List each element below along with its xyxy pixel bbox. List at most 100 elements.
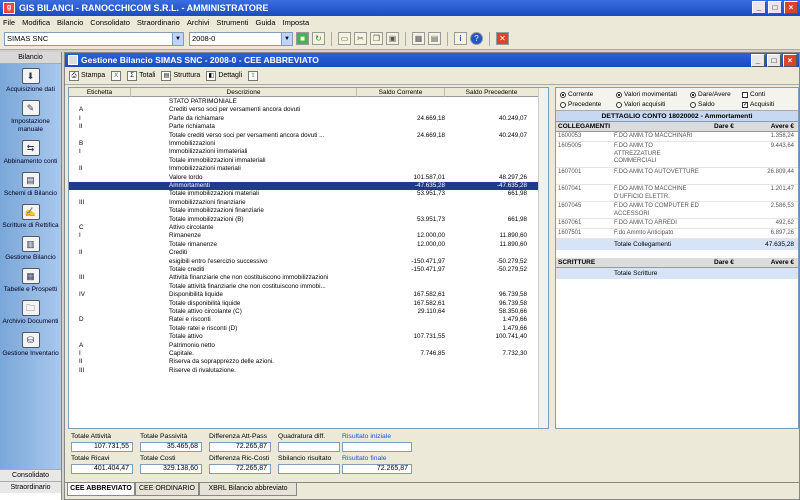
table-row[interactable]: Totale ratei e risconti (D) 1.479,66 [69,325,539,333]
inner-close-button[interactable]: × [783,54,797,67]
opt-saldo[interactable]: Saldo [690,101,715,108]
table-row[interactable]: Totale immobilizzazioni (B) 53.951,73 661,… [69,216,539,224]
table-row[interactable]: Totale disponibilità liquide 167.582,61 96… [69,300,539,308]
detail-row[interactable]: 1600053 F.DO AMM.TO MACCHINARI 1.358,24 [556,132,798,142]
table-row[interactable]: Totale immobilizzazioni finanziarie [69,207,539,215]
info-icon[interactable]: i [454,32,467,45]
table-row[interactable]: Totale attivo 107.731,55 100.741,40 [69,333,539,341]
nav-item-impostazione[interactable]: ✎ Impostazione manuale [0,100,61,134]
opt-valori-acquisiti[interactable]: Valori acquisiti [616,101,665,108]
nav-header[interactable]: Bilancio [0,52,61,64]
nav-item-acquisizione[interactable]: ⬇ Acquisizione dati [0,68,61,94]
table-row[interactable]: II Riserva da soprapprezzo delle azioni. [69,358,539,366]
nav-straordinario[interactable]: Straordinario [0,481,61,493]
nav-item-abbinamento[interactable]: ⇆ Abbinamento conti [0,140,61,166]
table-row[interactable]: I Capitale. 7.746,85 7.732,30 [69,350,539,358]
paste-icon[interactable]: ▣ [386,32,399,45]
company-select[interactable]: SIMAS SNC ▼ [4,31,184,46]
structure-button[interactable]: ▤ Struttura [161,70,200,81]
menu-straordinario[interactable]: Straordinario [137,18,180,27]
opt-precedente[interactable]: Precedente [560,101,601,108]
detail-row[interactable]: 1607041 F.DO AMM.TO MACCHINE D'UFFICIO EL… [556,185,798,202]
chevron-down-icon[interactable]: ▼ [172,32,183,45]
table-row[interactable]: D Ratei e risconti 1.479,66 [69,316,539,324]
tab-cee-ordinario[interactable]: CEE ORDINARIO [135,483,199,496]
opt-valori-movimentati[interactable]: Valori movimentati [616,91,677,98]
opt-conti[interactable]: Conti [742,91,765,98]
table-row[interactable]: Totale immobilizzazioni materiali 53.951,… [69,190,539,198]
table-row[interactable]: Totale attività finanziarie che non cost… [69,283,539,291]
menu-guida[interactable]: Guida [255,18,275,27]
minimize-button[interactable]: _ [752,1,766,14]
table-row[interactable]: II Parte richiamata [69,123,539,131]
table-row[interactable]: IV Disponibilità liquide 167.582,61 96.739,… [69,291,539,299]
calendar-icon[interactable]: ▦ [412,32,425,45]
open-folder-icon[interactable]: ▭ [338,32,351,45]
opt-corrente[interactable]: Corrente [560,91,593,98]
nav-item-tabelle[interactable]: ▦ Tabelle e Prospetti [0,268,61,294]
table-row[interactable]: II Crediti [69,249,539,257]
menu-file[interactable]: File [3,18,15,27]
tab-xbrl[interactable]: XBRL Bilancio abbreviato [199,483,297,496]
col-descrizione[interactable]: Descrizione [131,88,357,97]
nav-item-archivio[interactable]: 🗀 Archivio Documenti [0,300,61,326]
table-row[interactable]: I Parte da richiamare 24.669,18 40.249,07 [69,115,539,123]
menu-consolidato[interactable]: Consolidato [90,18,130,27]
table-row[interactable]: I Immobilizzazioni immateriali [69,148,539,156]
print-preview-icon[interactable]: ▤ [428,32,441,45]
opt-acquisiti[interactable]: ✓ Acquisiti [742,101,774,108]
table-row[interactable]: B Immobilizzazioni [69,140,539,148]
table-row[interactable]: Valore lordo 101.587,01 48.297,26 [69,174,539,182]
table-row[interactable]: A Patrimonio netto [69,342,539,350]
inner-minimize-button[interactable]: _ [751,54,765,67]
nav-item-schemi[interactable]: ▤ Schemi di Bilancio [0,172,61,198]
table-row[interactable]: Totale rimanenze 12.000,00 11.890,60 [69,241,539,249]
table-row[interactable]: II Immobilizzazioni materiali [69,165,539,173]
table-row[interactable]: III Immobilizzazioni finanziarie [69,199,539,207]
menu-bilancio[interactable]: Bilancio [57,18,83,27]
close-button[interactable]: × [784,1,798,14]
table-row[interactable]: Totale crediti verso soci per versamenti… [69,132,539,140]
table-row[interactable]: Totale attivo circolante (C) 29.110,64 58.… [69,308,539,316]
menu-imposta[interactable]: Imposta [283,18,310,27]
table-row[interactable]: C Attivo circolante [69,224,539,232]
table-row[interactable]: III Attività finanziarie che non costitui… [69,274,539,282]
col-etichetta[interactable]: Etichetta [69,88,131,97]
inner-maximize-button[interactable]: □ [767,54,781,67]
detail-row[interactable]: 1605005 F.DO AMM.TO ATTREZZATURE COMMERCI… [556,142,798,168]
excel-button[interactable]: X [111,70,122,81]
table-row[interactable]: Ammortamenti -47.635,28 -47.635,28 [69,182,539,191]
detail-row[interactable]: 1607501 F.do Ammto Anticipato 6.897,26 [556,229,798,239]
nav-item-scritture[interactable]: ✍ Scritture di Rettifica [0,204,61,230]
detail-row[interactable]: 1607001 F.DO AMM.TO AUTOVETTURE 26.809,44 [556,168,798,185]
table-row[interactable]: Totale crediti -150.471,97 -50.279,52 [69,266,539,274]
table-row[interactable]: Totale immobilizzazioni immateriali [69,157,539,165]
table-row[interactable]: esigibili entro l'esercizio successivo -1… [69,258,539,266]
table-row[interactable]: STATO PATRIMONIALE [69,98,539,106]
print-button[interactable]: ⎙ Stampa [69,70,105,81]
cut-icon[interactable]: ✂ [354,32,367,45]
col-saldo-corrente[interactable]: Saldo Corrente [357,88,445,97]
balance-grid[interactable]: Etichetta Descrizione Saldo Corrente Sal… [68,87,549,429]
table-row[interactable]: III Riserve di rivalutazione. [69,367,539,375]
nav-consolidato[interactable]: Consolidato [0,469,61,481]
col-saldo-precedente[interactable]: Saldo Precedente [445,88,539,97]
opt-dare-avere[interactable]: Dare/Avere [690,91,731,98]
help-icon[interactable]: ? [470,32,483,45]
nav-item-gestione-bilancio[interactable]: ▥ Gestione Bilancio [0,236,61,262]
table-row[interactable]: I Rimanenze 12.000,00 11.890,60 [69,232,539,240]
maximize-button[interactable]: □ [768,1,782,14]
table-row[interactable]: A Crediti verso soci per versamenti ancor… [69,106,539,114]
totals-button[interactable]: Σ Totali [127,70,155,81]
period-select[interactable]: 2008-0 ▼ [189,31,293,46]
copy-icon[interactable]: ❐ [370,32,383,45]
export-button[interactable]: ⇪ [248,70,259,81]
chevron-down-icon[interactable]: ▼ [281,32,292,45]
menu-strumenti[interactable]: Strumenti [216,18,248,27]
refresh-icon[interactable]: ↻ [312,32,325,45]
nav-item-inventario[interactable]: ⛁ Gestione Inventario [0,332,61,358]
grid-scrollbar[interactable] [538,88,548,428]
detail-row[interactable]: 1607045 F.DO AMM.TO COMPUTER ED ACCESSORI… [556,202,798,219]
exit-icon[interactable]: ✕ [496,32,509,45]
confirm-icon[interactable]: ■ [296,32,309,45]
